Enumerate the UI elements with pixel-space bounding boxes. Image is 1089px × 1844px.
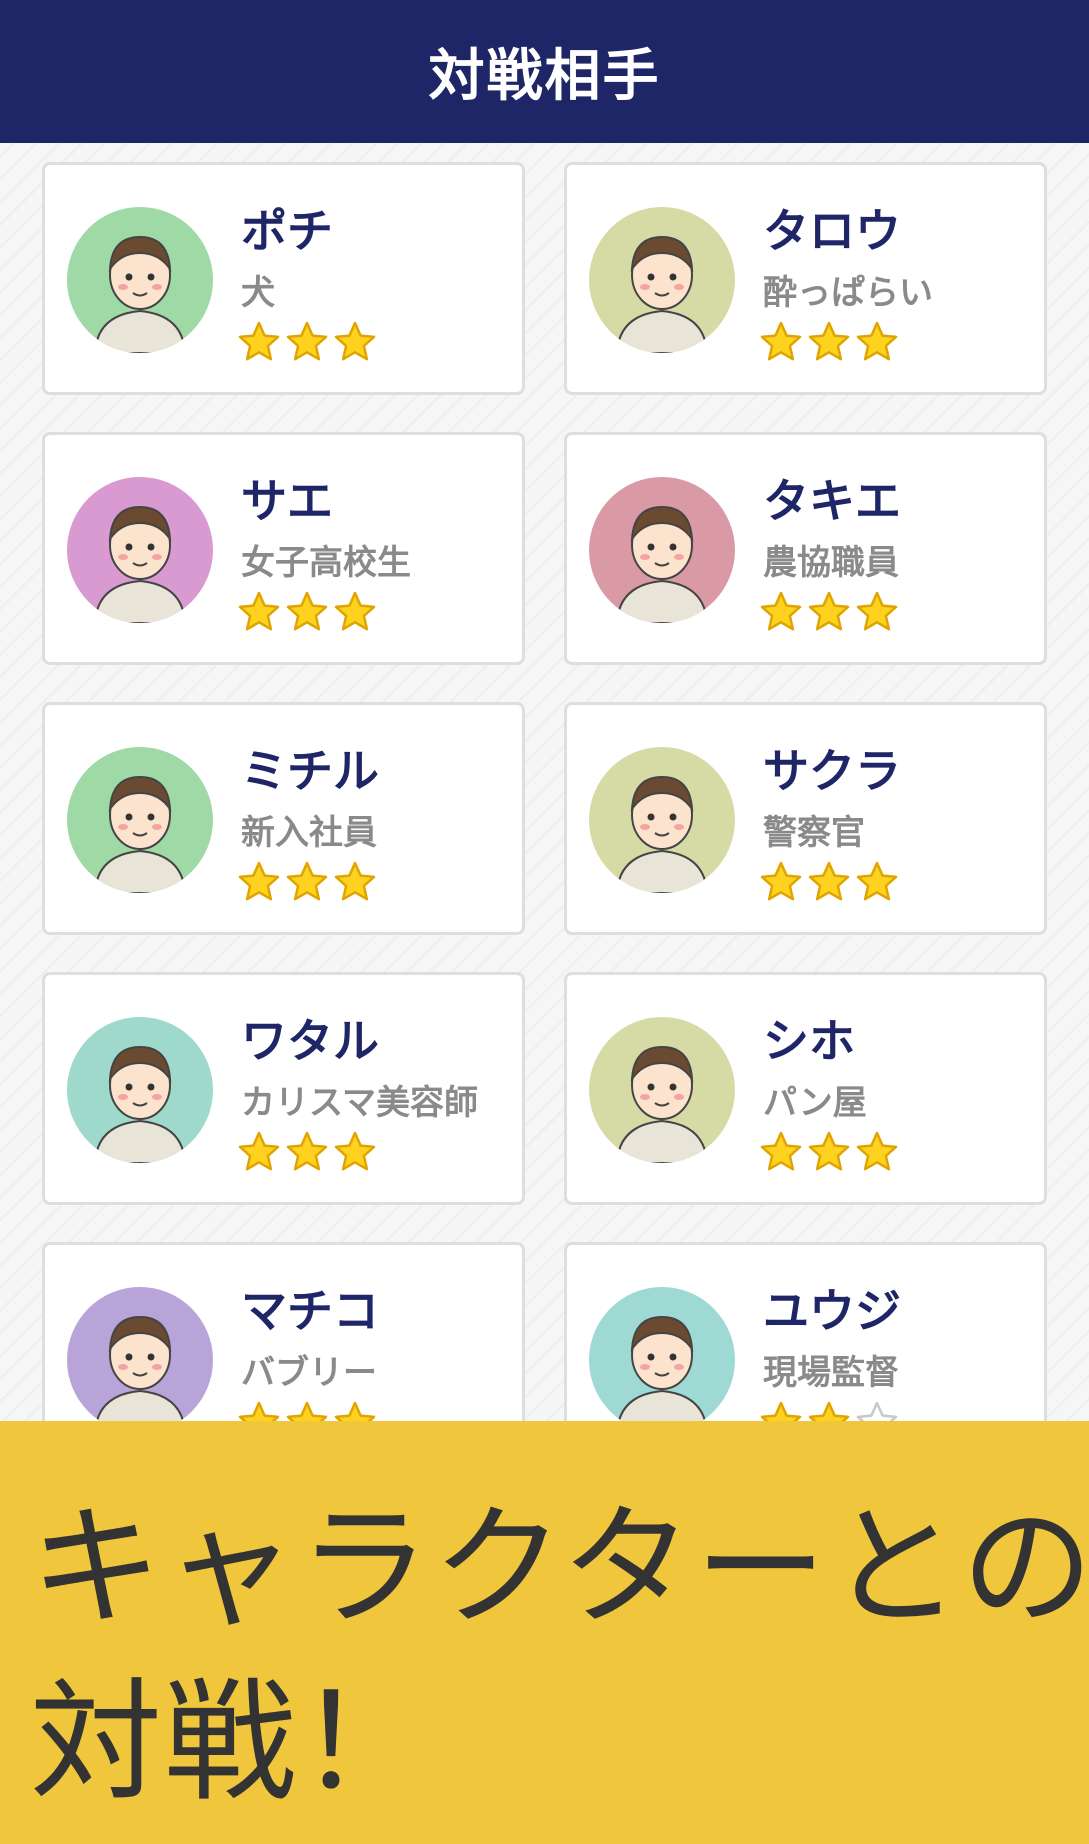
new-employee-avatar — [67, 747, 213, 893]
police-officer-avatar — [589, 747, 735, 893]
star-filled-icon — [237, 590, 281, 634]
opponent-role: バブリー — [241, 1353, 377, 1393]
opponent-name: タキエ — [763, 474, 901, 528]
schoolgirl-avatar — [67, 477, 213, 623]
app-header: 対戦相手 — [0, 0, 1089, 143]
star-filled-icon — [855, 590, 899, 634]
opponent-name: タロウ — [763, 204, 901, 258]
difficulty-rating — [237, 320, 377, 364]
banner-line-1: キャラクターとの — [30, 1491, 1089, 1645]
drunk-man-avatar — [589, 207, 735, 353]
star-filled-icon — [285, 1130, 329, 1174]
opponent-name: サクラ — [763, 744, 901, 798]
opponent-role: 現場監督 — [763, 1353, 899, 1393]
opponent-card[interactable]: シホ パン屋 — [564, 972, 1047, 1205]
opponent-role: 女子高校生 — [241, 543, 411, 583]
page-title: 対戦相手 — [428, 44, 661, 109]
farm-coop-worker-avatar — [589, 477, 735, 623]
star-filled-icon — [285, 320, 329, 364]
star-filled-icon — [237, 320, 281, 364]
opponent-card[interactable]: タキエ 農協職員 — [564, 432, 1047, 665]
star-filled-icon — [333, 860, 377, 904]
opponent-role: 犬 — [241, 273, 275, 313]
opponent-role: 警察官 — [763, 813, 865, 853]
opponent-role: カリスマ美容師 — [241, 1083, 478, 1123]
banner-line-2: 対戦！ — [30, 1666, 432, 1820]
opponent-card[interactable]: サクラ 警察官 — [564, 702, 1047, 935]
star-filled-icon — [807, 1130, 851, 1174]
star-filled-icon — [237, 860, 281, 904]
star-filled-icon — [333, 590, 377, 634]
opponent-name: ミチル — [241, 744, 379, 798]
opponent-name: ポチ — [241, 204, 333, 258]
star-filled-icon — [855, 1130, 899, 1174]
star-filled-icon — [285, 590, 329, 634]
difficulty-rating — [759, 320, 899, 364]
star-filled-icon — [855, 320, 899, 364]
difficulty-rating — [759, 1130, 899, 1174]
star-filled-icon — [285, 860, 329, 904]
opponent-card[interactable]: サエ 女子高校生 — [42, 432, 525, 665]
opponent-name: サエ — [241, 474, 333, 528]
opponent-role: 酔っぱらい — [763, 273, 933, 313]
star-filled-icon — [759, 860, 803, 904]
baker-avatar — [589, 1017, 735, 1163]
opponent-name: シホ — [763, 1014, 855, 1068]
hairdresser-avatar — [67, 1017, 213, 1163]
promo-banner: キャラクターとの 対戦！ — [0, 1421, 1089, 1844]
opponent-name: マチコ — [241, 1284, 379, 1338]
difficulty-rating — [759, 590, 899, 634]
star-filled-icon — [333, 320, 377, 364]
star-filled-icon — [807, 590, 851, 634]
opponent-card[interactable]: タロウ 酔っぱらい — [564, 162, 1047, 395]
opponent-name: ワタル — [241, 1014, 379, 1068]
difficulty-rating — [237, 1130, 377, 1174]
opponent-name: ユウジ — [763, 1284, 901, 1338]
opponent-role: 農協職員 — [763, 543, 899, 583]
opponent-role: 新入社員 — [241, 813, 377, 853]
opponent-role: パン屋 — [763, 1083, 867, 1123]
opponent-card[interactable]: ワタルカリスマ美容師 — [42, 972, 525, 1205]
star-filled-icon — [237, 1130, 281, 1174]
star-filled-icon — [759, 1130, 803, 1174]
bubbly-lady-avatar — [67, 1287, 213, 1433]
opponent-card[interactable]: ポチ犬 — [42, 162, 525, 395]
star-filled-icon — [759, 590, 803, 634]
site-supervisor-avatar — [589, 1287, 735, 1433]
star-filled-icon — [855, 860, 899, 904]
difficulty-rating — [237, 590, 377, 634]
difficulty-rating — [759, 860, 899, 904]
star-filled-icon — [807, 860, 851, 904]
opponent-card[interactable]: ミチル 新入社員 — [42, 702, 525, 935]
star-filled-icon — [333, 1130, 377, 1174]
shiba-dog-avatar — [67, 207, 213, 353]
star-filled-icon — [807, 320, 851, 364]
star-filled-icon — [759, 320, 803, 364]
difficulty-rating — [237, 860, 377, 904]
